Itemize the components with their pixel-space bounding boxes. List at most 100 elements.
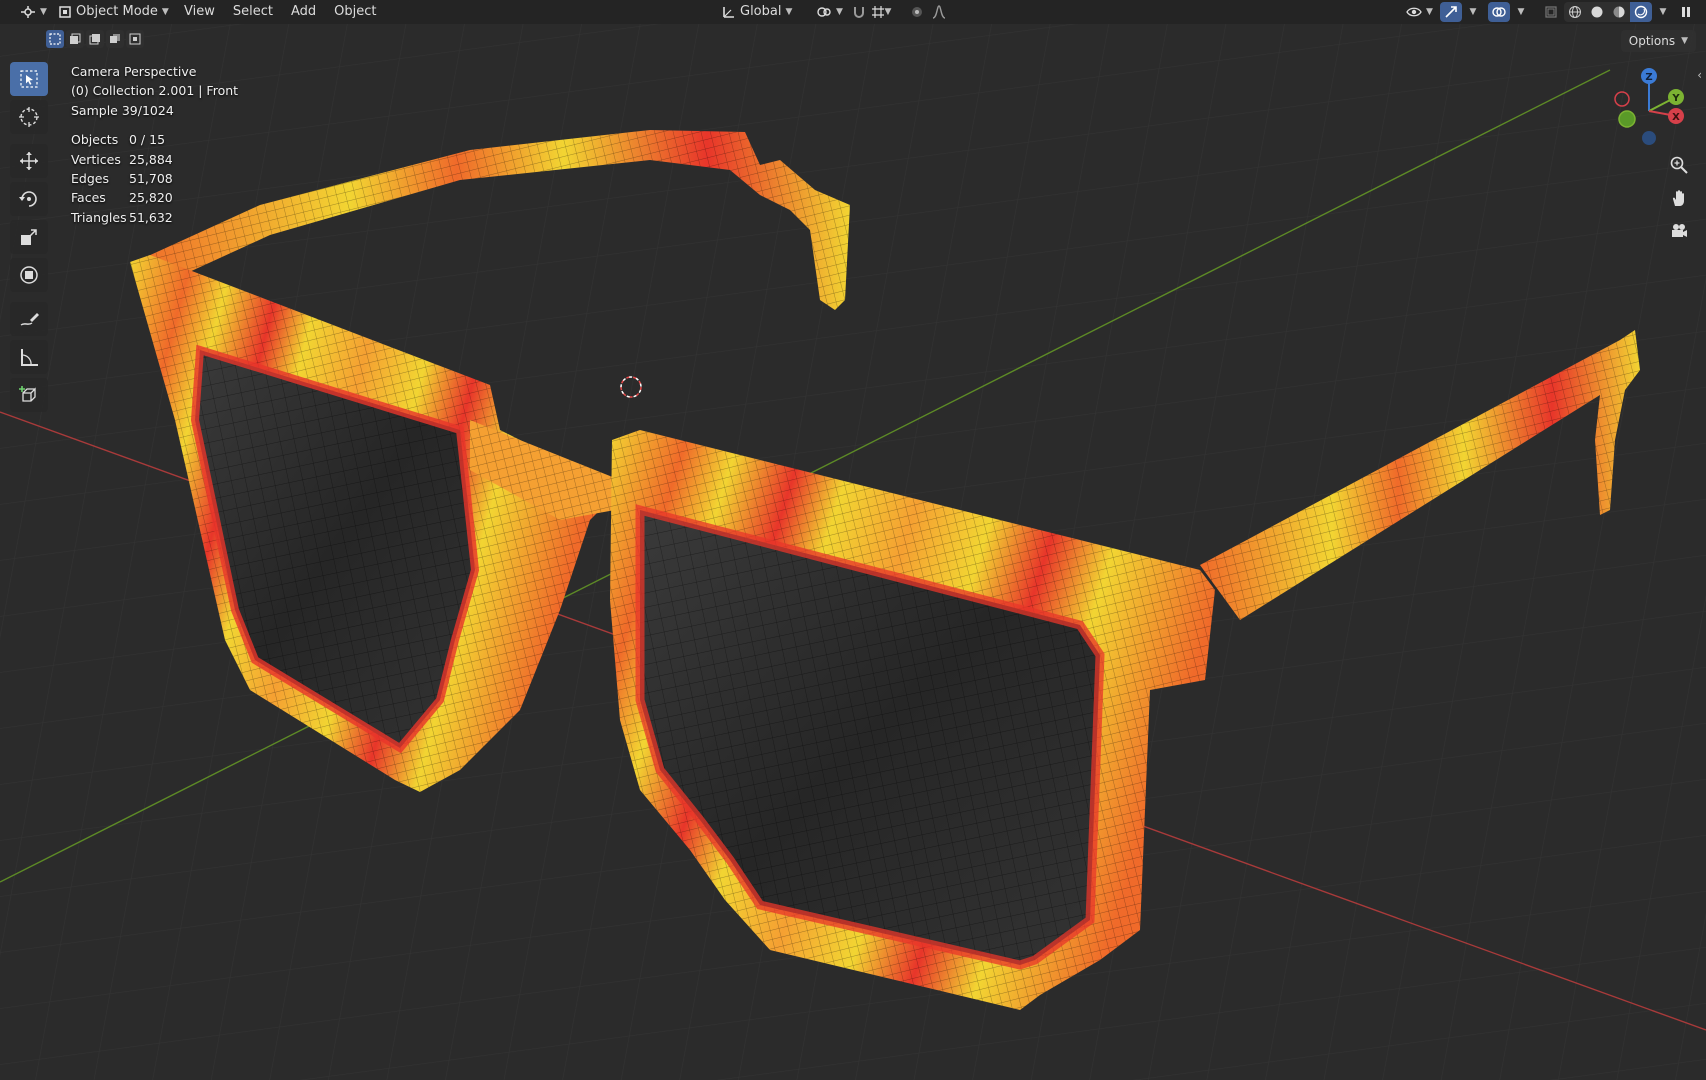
select-difference-button[interactable] bbox=[106, 30, 124, 48]
pause-button[interactable] bbox=[1675, 2, 1697, 22]
blender-window: Camera Perspective (0) Collection 2.001 … bbox=[0, 0, 1706, 1080]
visibility-dropdown[interactable]: ▼ bbox=[1400, 2, 1439, 22]
tool-transform[interactable] bbox=[10, 258, 48, 292]
pause-render-toggle bbox=[1675, 2, 1697, 22]
select-subtract-button[interactable] bbox=[86, 30, 104, 48]
gizmo-y-label: Y bbox=[1671, 93, 1680, 104]
scene-statistics: Objects 0 / 15 Vertices 25,884 Edges 51,708… bbox=[71, 130, 238, 227]
eye-icon bbox=[1406, 7, 1422, 17]
stat-row: Faces 25,820 bbox=[71, 188, 238, 207]
snap-grid-icon bbox=[871, 6, 884, 18]
mode-dropdown[interactable]: Object Mode ▼ bbox=[52, 2, 175, 22]
gizmo-icon bbox=[1445, 6, 1457, 18]
editor-type-icon bbox=[21, 6, 35, 18]
menu-select[interactable]: Select bbox=[227, 2, 279, 22]
falloff-dropdown[interactable] bbox=[928, 2, 950, 22]
overlay-controls: ▼ bbox=[1488, 2, 1532, 22]
viewport-menus: View Select Add Object bbox=[178, 2, 382, 22]
pivot-point-dropdown[interactable]: ▼ bbox=[810, 2, 849, 22]
snap-toggle-button[interactable] bbox=[848, 2, 870, 22]
measure-icon bbox=[21, 349, 38, 366]
shading-modes bbox=[1564, 2, 1652, 22]
3d-viewport[interactable]: Camera Perspective (0) Collection 2.001 … bbox=[0, 0, 1706, 1080]
transform-icon bbox=[20, 266, 38, 284]
annotate-icon bbox=[20, 313, 39, 326]
wireframe-shading-button[interactable] bbox=[1564, 2, 1586, 22]
tool-cursor[interactable] bbox=[10, 100, 48, 134]
tool-rotate[interactable] bbox=[10, 182, 48, 216]
overlays-toggle-button[interactable] bbox=[1488, 2, 1510, 22]
rendered-shading-button[interactable] bbox=[1630, 2, 1652, 22]
stat-label: Triangles bbox=[71, 209, 127, 225]
snap-target-dropdown[interactable]: ▼ bbox=[870, 2, 892, 22]
snapping-controls: ▼ bbox=[848, 2, 892, 22]
chevron-down-icon: ▼ bbox=[161, 7, 169, 17]
material-sphere-icon bbox=[1613, 6, 1625, 18]
gizmo-neg-y bbox=[1618, 110, 1636, 128]
stat-label: Vertices bbox=[71, 151, 121, 167]
overlays-dropdown[interactable]: ▼ bbox=[1510, 2, 1532, 22]
proportional-edit-toggle[interactable] bbox=[906, 2, 928, 22]
cursor-icon bbox=[19, 107, 39, 127]
select-extend-button[interactable] bbox=[66, 30, 84, 48]
select-new-button[interactable] bbox=[46, 30, 64, 48]
editor-type-dropdown[interactable]: ▼ bbox=[14, 2, 53, 22]
scale-icon bbox=[21, 229, 37, 245]
stat-row: Triangles 51,632 bbox=[71, 208, 238, 227]
chevron-down-icon: ▼ bbox=[1681, 36, 1688, 46]
shading-dropdown[interactable]: ▼ bbox=[1652, 2, 1674, 22]
tool-measure[interactable] bbox=[10, 340, 48, 374]
stat-value: 25,820 bbox=[129, 190, 173, 206]
options-dropdown[interactable]: Options ▼ bbox=[1620, 30, 1696, 52]
shading-controls: ▼ bbox=[1564, 2, 1674, 22]
tool-add-cube[interactable] bbox=[10, 378, 48, 412]
camera-view-button[interactable] bbox=[1664, 216, 1694, 246]
chevron-down-icon: ▼ bbox=[1517, 7, 1525, 17]
tool-scale[interactable] bbox=[10, 220, 48, 254]
select-box-icon bbox=[20, 70, 38, 88]
navigation-gizmo[interactable]: Z Y X bbox=[1604, 66, 1694, 156]
select-intersect-icon bbox=[129, 33, 141, 45]
tool-select-box[interactable] bbox=[10, 62, 48, 96]
menu-add[interactable]: Add bbox=[285, 2, 322, 22]
select-subtract-icon bbox=[89, 34, 100, 45]
stat-label: Faces bbox=[71, 190, 106, 206]
move-icon bbox=[20, 152, 38, 170]
viewport-info-overlay: Camera Perspective (0) Collection 2.001 … bbox=[71, 62, 238, 227]
gizmo-toggle-button[interactable] bbox=[1440, 2, 1462, 22]
stat-row: Objects 0 / 15 bbox=[71, 130, 238, 149]
orientation-label: Global bbox=[740, 4, 782, 19]
select-intersect-button[interactable] bbox=[126, 30, 144, 48]
material-preview-button[interactable] bbox=[1608, 2, 1630, 22]
chevron-down-icon: ▼ bbox=[40, 7, 47, 17]
sidebar-expand-icon[interactable]: ‹ bbox=[1697, 68, 1702, 82]
select-new-icon bbox=[49, 33, 61, 45]
tool-annotate[interactable] bbox=[10, 302, 48, 336]
pan-button[interactable] bbox=[1664, 183, 1694, 213]
gizmo-dropdown[interactable]: ▼ bbox=[1462, 2, 1484, 22]
magnet-icon bbox=[854, 7, 864, 18]
chevron-down-icon: ▼ bbox=[1469, 7, 1477, 17]
menu-view[interactable]: View bbox=[178, 2, 221, 22]
proportional-icon bbox=[912, 7, 922, 17]
falloff-curve-icon bbox=[932, 5, 946, 19]
object-mode-icon bbox=[59, 6, 71, 18]
transform-orientation-dropdown[interactable]: Global ▼ bbox=[716, 2, 798, 22]
xray-toggle bbox=[1540, 2, 1562, 22]
orientation-icon bbox=[723, 7, 734, 18]
menu-object[interactable]: Object bbox=[328, 2, 382, 22]
xray-button[interactable] bbox=[1540, 2, 1562, 22]
tool-shelf bbox=[10, 62, 50, 416]
select-extend-icon bbox=[70, 33, 81, 44]
viewport-scene bbox=[0, 0, 1706, 1080]
zoom-button[interactable] bbox=[1664, 150, 1694, 180]
select-difference-icon bbox=[110, 34, 120, 43]
chevron-down-icon: ▼ bbox=[1426, 7, 1433, 17]
view-name: Camera Perspective bbox=[71, 64, 197, 79]
tool-move[interactable] bbox=[10, 144, 48, 178]
chevron-down-icon: ▼ bbox=[785, 7, 793, 17]
stat-label: Edges bbox=[71, 171, 109, 187]
solid-shading-button[interactable] bbox=[1586, 2, 1608, 22]
render-sample: Sample 39/1024 bbox=[71, 102, 174, 118]
chevron-down-icon: ▼ bbox=[884, 7, 892, 17]
